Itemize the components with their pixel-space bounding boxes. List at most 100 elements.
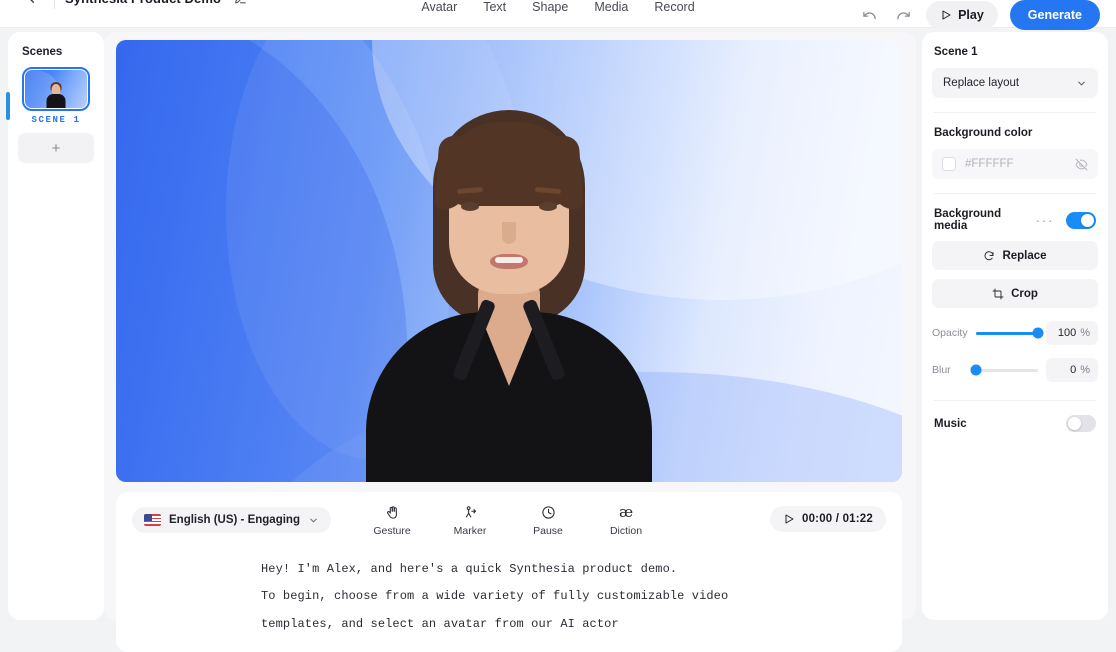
language-selector[interactable]: English (US) - Engaging bbox=[132, 507, 331, 533]
background-color-value: #FFFFFF bbox=[965, 158, 1014, 170]
avatar-eye-right bbox=[539, 202, 557, 211]
play-icon bbox=[785, 514, 794, 524]
opacity-value: 100 bbox=[1057, 327, 1077, 339]
menu-item-avatar[interactable]: Avatar bbox=[421, 0, 457, 14]
divider bbox=[934, 400, 1096, 401]
blur-unit: % bbox=[1080, 364, 1090, 376]
pause-tool[interactable]: Pause bbox=[522, 504, 574, 537]
toggle-knob bbox=[1068, 417, 1081, 430]
crop-media-label: Crop bbox=[1011, 287, 1038, 300]
replace-media-label: Replace bbox=[1002, 249, 1047, 262]
language-label: English (US) - Engaging bbox=[169, 514, 300, 526]
properties-panel: Scene 1 Replace layout Background color … bbox=[922, 32, 1108, 620]
gesture-tool[interactable]: Gesture bbox=[366, 504, 418, 537]
replace-media-button[interactable]: Replace bbox=[932, 241, 1098, 270]
music-row: Music bbox=[934, 415, 1096, 432]
color-swatch[interactable] bbox=[942, 157, 956, 171]
divider bbox=[54, 0, 55, 9]
diction-tool[interactable]: æ Diction bbox=[600, 504, 652, 537]
blur-slider[interactable] bbox=[970, 364, 1038, 376]
blur-value-field[interactable]: 0 % bbox=[1046, 358, 1098, 382]
project-title[interactable]: Synthesia Product Demo bbox=[65, 0, 221, 6]
scene-heading: Scene 1 bbox=[934, 46, 978, 58]
menu-item-record[interactable]: Record bbox=[654, 0, 694, 14]
blur-label: Blur bbox=[932, 364, 951, 376]
back-icon[interactable] bbox=[18, 0, 44, 12]
blur-slider-knob[interactable] bbox=[970, 364, 982, 376]
play-button[interactable]: Play bbox=[926, 1, 998, 29]
refresh-icon bbox=[983, 250, 995, 262]
rename-icon[interactable] bbox=[231, 0, 249, 8]
time-text: 00:00 / 01:22 bbox=[801, 513, 873, 525]
top-toolbar-left: Synthesia Product Demo bbox=[0, 0, 249, 12]
divider bbox=[934, 193, 1096, 194]
script-tools: Gesture Marker Pause æ Diction bbox=[366, 504, 652, 537]
scene-list: SCENE 1 + bbox=[6, 66, 94, 163]
gesture-hand-icon bbox=[385, 504, 400, 522]
scenes-heading: Scenes bbox=[22, 46, 63, 58]
marker-tool[interactable]: Marker bbox=[444, 504, 496, 537]
opacity-unit: % bbox=[1080, 327, 1090, 339]
playback-time[interactable]: 00:00 / 01:22 bbox=[769, 506, 886, 532]
active-scene-indicator bbox=[6, 92, 10, 120]
video-canvas[interactable] bbox=[116, 40, 902, 482]
generate-button[interactable]: Generate bbox=[1009, 0, 1100, 30]
opacity-value-field[interactable]: 100 % bbox=[1046, 321, 1098, 345]
scenes-sidebar: Scenes SCENE 1 + bbox=[6, 32, 104, 620]
crop-icon bbox=[992, 288, 1004, 300]
background-media-toggle[interactable] bbox=[1066, 211, 1096, 229]
top-menu: Avatar Text Shape Media Record bbox=[421, 0, 694, 14]
add-scene-button[interactable]: + bbox=[18, 133, 94, 163]
menu-item-text[interactable]: Text bbox=[483, 0, 506, 14]
editor-stage: English (US) - Engaging Gesture Marker P… bbox=[104, 32, 916, 652]
scene-thumbnail-1[interactable] bbox=[21, 66, 91, 112]
script-panel: English (US) - Engaging Gesture Marker P… bbox=[116, 492, 902, 652]
menu-item-media[interactable]: Media bbox=[594, 0, 628, 14]
opacity-label: Opacity bbox=[932, 327, 968, 339]
blur-value: 0 bbox=[1070, 364, 1077, 376]
background-media-row: Background media ··· bbox=[934, 208, 1096, 232]
background-media-more-button[interactable]: ··· bbox=[1036, 213, 1055, 227]
top-toolbar-right: Play Generate bbox=[858, 0, 1100, 30]
script-toolbar: English (US) - Engaging Gesture Marker P… bbox=[116, 492, 902, 548]
script-paragraph-2: To begin, choose from a wide variety of … bbox=[261, 589, 729, 604]
redo-icon[interactable] bbox=[892, 4, 914, 26]
marker-tool-label: Marker bbox=[453, 524, 487, 537]
crop-media-button[interactable]: Crop bbox=[932, 279, 1098, 308]
scene-label-1: SCENE 1 bbox=[31, 115, 81, 125]
eye-off-icon[interactable] bbox=[1075, 158, 1088, 171]
avatar-figure[interactable] bbox=[359, 82, 659, 482]
opacity-slider-fill bbox=[976, 331, 1038, 335]
opacity-slider[interactable] bbox=[976, 327, 1044, 339]
thumb-avatar bbox=[46, 82, 66, 108]
diction-ae-icon: æ bbox=[618, 503, 634, 521]
chevron-down-icon bbox=[308, 515, 319, 526]
script-paragraph-1: Hey! I'm Alex, and here's a quick Synthe… bbox=[261, 562, 678, 576]
background-media-label: Background media bbox=[934, 208, 1002, 232]
marker-icon bbox=[463, 504, 478, 522]
us-flag-icon bbox=[144, 514, 161, 526]
menu-item-shape[interactable]: Shape bbox=[532, 0, 568, 14]
blur-control: Blur 0 % bbox=[932, 358, 1098, 382]
script-textarea[interactable]: Hey! I'm Alex, and here's a quick Synthe… bbox=[116, 548, 902, 638]
undo-icon[interactable] bbox=[858, 4, 880, 26]
music-toggle[interactable] bbox=[1066, 415, 1096, 432]
background-color-field[interactable]: #FFFFFF bbox=[932, 149, 1098, 179]
opacity-control: Opacity 100 % bbox=[932, 321, 1098, 345]
replace-layout-label: Replace layout bbox=[943, 77, 1020, 89]
background-color-heading: Background color bbox=[934, 127, 1033, 139]
music-label: Music bbox=[934, 417, 967, 430]
toggle-knob bbox=[1081, 213, 1094, 227]
opacity-slider-knob[interactable] bbox=[1032, 327, 1044, 339]
gesture-tool-label: Gesture bbox=[373, 524, 411, 537]
pause-tool-label: Pause bbox=[533, 524, 563, 537]
avatar-nose bbox=[502, 222, 516, 244]
flag-canton bbox=[144, 514, 152, 521]
replace-layout-select[interactable]: Replace layout bbox=[932, 68, 1098, 98]
script-paragraph-3: templates, and select an avatar from our… bbox=[261, 616, 619, 631]
top-toolbar: Synthesia Product Demo Avatar Text Shape… bbox=[0, 0, 1116, 30]
pause-clock-icon bbox=[541, 504, 556, 522]
diction-tool-label: Diction bbox=[609, 524, 643, 537]
divider bbox=[934, 112, 1096, 113]
avatar-eye-left bbox=[461, 202, 479, 211]
